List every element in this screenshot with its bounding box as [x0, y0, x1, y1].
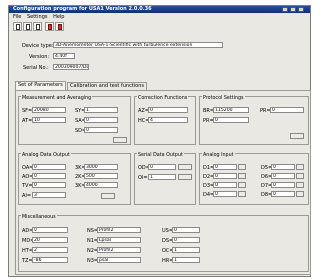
param-field[interactable]: 4	[148, 117, 188, 123]
param-field[interactable]: Profil2	[97, 247, 141, 253]
param-field[interactable]: 0	[148, 164, 176, 170]
param-field[interactable]: 0	[271, 173, 295, 179]
apply-button[interactable]	[238, 191, 246, 197]
apply-button[interactable]	[290, 133, 304, 139]
apply-button[interactable]	[296, 164, 304, 170]
menu-bar: File Settings Help	[9, 14, 310, 21]
param-field[interactable]: 1	[148, 174, 176, 180]
apply-button[interactable]	[101, 193, 115, 199]
group-serial-output: Serial Data Output OD= 0 OI= 1	[134, 153, 196, 205]
apply-button[interactable]	[178, 174, 192, 180]
param-field[interactable]: 0	[271, 164, 295, 170]
param-field[interactable]: Lpsal	[97, 237, 141, 243]
param-field[interactable]: 0	[32, 182, 66, 188]
title-bar: Configuration program for USA1 Version 2…	[9, 6, 310, 13]
param-field[interactable]: psal	[97, 257, 141, 263]
apply-button[interactable]	[238, 164, 246, 170]
group-correction: Correction Functions AZ= 0 HC= 4	[134, 96, 196, 145]
param-field[interactable]: 0	[213, 173, 237, 179]
read-device-icon[interactable]	[45, 22, 54, 31]
toolbar	[11, 22, 310, 32]
group-title: Analog Data Output	[21, 153, 71, 158]
tab-set-of-parameters[interactable]: Set of Parameters	[15, 81, 66, 90]
group-title: Measurement and Averaging	[21, 96, 93, 101]
param-field[interactable]: 0	[270, 107, 304, 113]
device-type-label: Device type:	[22, 43, 54, 49]
field-label: SF=	[22, 108, 33, 114]
serial-label: Serial No.:	[23, 65, 49, 71]
param-field[interactable]: 0	[32, 164, 66, 170]
window-title: Configuration program for USA1 Version 2…	[13, 6, 152, 12]
apply-button[interactable]	[296, 173, 304, 179]
param-field[interactable]: 0	[213, 117, 249, 123]
param-field[interactable]: 0	[148, 107, 188, 113]
main-window: Configuration program for USA1 Version 2…	[8, 5, 311, 277]
group-protocol: Protocol Settings BR= 115200 PR= 0 PR= 0	[199, 96, 309, 145]
group-title: Protocol Settings	[202, 96, 245, 101]
param-field[interactable]: 0	[84, 117, 118, 123]
new-file-icon[interactable]	[13, 22, 22, 31]
field-label: OI=	[138, 175, 148, 181]
param-field[interactable]: 10	[32, 117, 66, 123]
apply-button[interactable]	[238, 182, 246, 188]
field-label: AI=	[22, 193, 32, 199]
param-field[interactable]: 0	[213, 182, 237, 188]
apply-button[interactable]	[113, 137, 127, 143]
write-device-icon[interactable]	[55, 22, 64, 31]
param-field[interactable]: Profil2	[97, 227, 141, 233]
menu-file[interactable]: File	[13, 14, 21, 21]
serial-field[interactable]: 200309007/DL	[53, 64, 89, 70]
param-field[interactable]: 0	[213, 191, 237, 197]
save-file-icon[interactable]	[33, 22, 42, 31]
param-field[interactable]: 500	[84, 173, 118, 179]
close-button[interactable]	[298, 7, 304, 12]
menu-settings[interactable]: Settings	[27, 14, 48, 21]
device-type-field[interactable]: 3D-Anemometer USA-1-Scientific with turb…	[53, 42, 223, 48]
param-field[interactable]: 0	[271, 182, 295, 188]
group-analog-input: Analog Input D1= 0 D5= 0 D2= 0 D6= 0 D3=…	[199, 153, 309, 205]
apply-button[interactable]	[296, 191, 304, 197]
group-miscellaneous: Miscellaneous AD= 0 NS= Profil2 US= 0 MD…	[18, 215, 309, 272]
param-field[interactable]: 0	[172, 227, 200, 233]
group-title: Serial Data Output	[137, 153, 184, 158]
minimize-button[interactable]	[282, 7, 288, 12]
param-field[interactable]: 1	[172, 247, 200, 253]
param-field[interactable]: -86	[32, 257, 68, 263]
param-field[interactable]: 0	[271, 191, 295, 197]
tab-calibration[interactable]: Calibration and test functions	[67, 82, 148, 90]
param-field[interactable]: 0	[32, 227, 68, 233]
field-label: AT=	[22, 118, 33, 124]
param-field[interactable]: 20	[32, 237, 68, 243]
apply-button[interactable]	[238, 173, 246, 179]
param-field[interactable]: 115200	[213, 107, 249, 113]
param-field[interactable]: 3	[32, 192, 66, 198]
version-label: Version:	[29, 54, 50, 60]
group-title: Analog Input	[202, 153, 235, 158]
menu-help[interactable]: Help	[53, 14, 64, 21]
param-field[interactable]: 0	[32, 173, 66, 179]
param-field[interactable]: 0	[172, 237, 200, 243]
param-field[interactable]: 2	[32, 247, 68, 253]
group-title: Miscellaneous	[21, 215, 57, 220]
apply-button[interactable]	[296, 182, 304, 188]
param-field[interactable]: 1	[172, 257, 200, 263]
param-field[interactable]: 20080	[32, 107, 66, 113]
param-field[interactable]: 3000	[84, 164, 118, 170]
group-analog-output: Analog Data Output OA= 0 3K= 3000 AO= 0 …	[18, 153, 131, 205]
maximize-button[interactable]	[290, 7, 296, 12]
apply-button[interactable]	[178, 164, 192, 170]
open-file-icon[interactable]	[23, 22, 32, 31]
param-field[interactable]: 0	[84, 127, 118, 133]
param-field[interactable]: 4000	[84, 182, 118, 188]
group-title: Correction Functions	[137, 96, 189, 101]
version-field[interactable]: 4.40f	[53, 53, 75, 59]
param-field[interactable]: 0	[213, 164, 237, 170]
group-measurement: Measurement and Averaging SF= 20080 SY= …	[18, 96, 131, 145]
param-field[interactable]: 1	[84, 107, 118, 113]
